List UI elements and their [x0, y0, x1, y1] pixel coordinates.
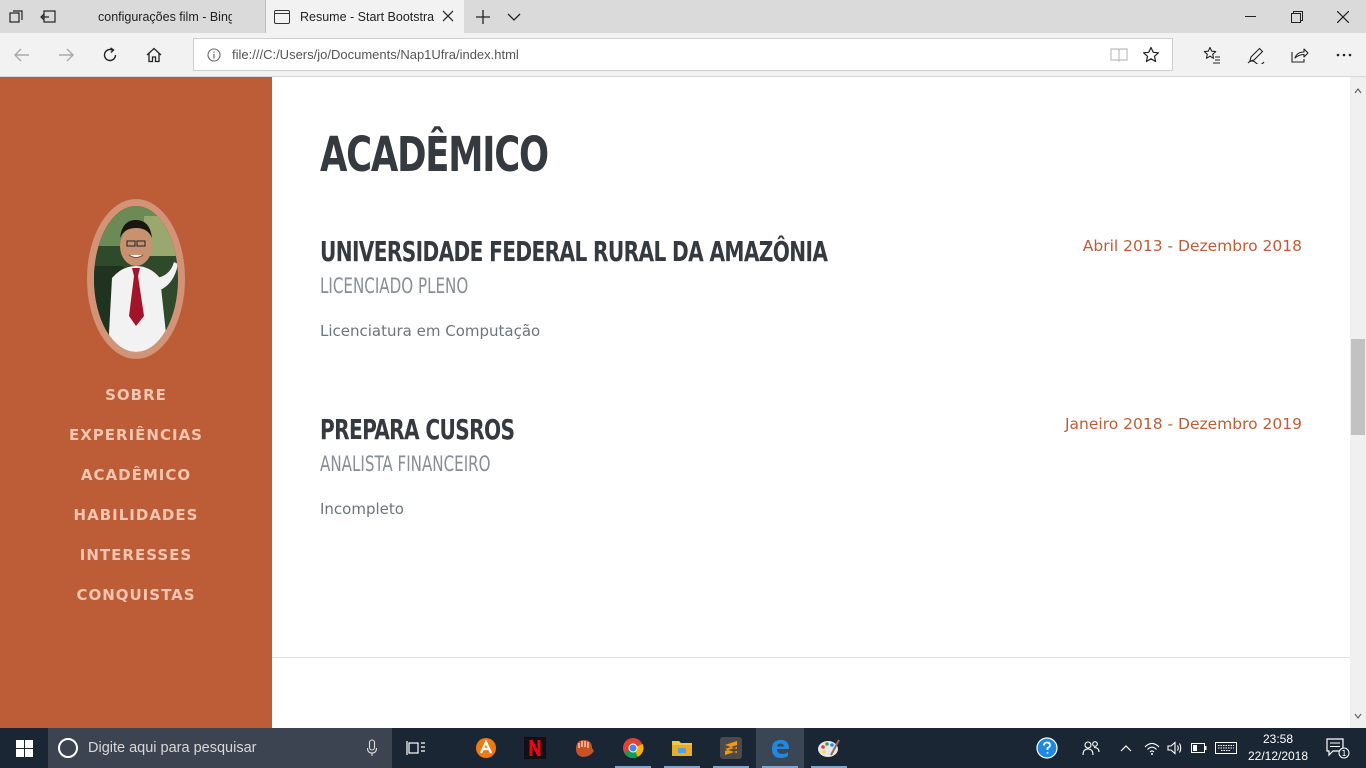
sublime-text-icon[interactable]	[707, 728, 755, 768]
profile-photo	[87, 199, 185, 359]
taskbar-search[interactable]: Digite aqui para pesquisar	[48, 728, 392, 768]
nav-link[interactable]: ACADÊMICO	[81, 466, 191, 484]
battery-icon[interactable]	[1187, 728, 1211, 768]
wifi-icon[interactable]	[1140, 728, 1164, 768]
chevron-down-icon[interactable]	[500, 0, 528, 33]
address-bar[interactable]: file:///C:/Users/jo/Documents/Nap1Ufra/i…	[193, 38, 1173, 71]
page-scrollbar[interactable]	[1350, 77, 1366, 728]
close-icon[interactable]	[440, 8, 456, 24]
notifications-icon[interactable]: 1	[1318, 728, 1358, 768]
tab-preview-icon[interactable]	[0, 0, 32, 33]
edge-browser-icon[interactable]	[756, 728, 804, 768]
sidebar: SOBRE EXPERIÊNCIAS ACADÊMICO HABILIDADES…	[0, 77, 272, 728]
help-icon[interactable]	[1030, 728, 1064, 768]
nav-link[interactable]: INTERESSES	[80, 546, 192, 564]
entry-date: Abril 2013 - Dezembro 2018	[1082, 237, 1302, 255]
sidebar-item-sobre[interactable]: SOBRE	[0, 375, 272, 415]
sidebar-item-habilidades[interactable]: HABILIDADES	[0, 495, 272, 535]
search-placeholder: Digite aqui para pesquisar	[88, 740, 257, 756]
section-divider	[272, 657, 1350, 658]
restore-button[interactable]	[1274, 0, 1320, 33]
info-icon[interactable]	[207, 48, 221, 62]
netflix-icon[interactable]	[511, 728, 559, 768]
tab-bing[interactable]: configurações film - Bing	[66, 0, 266, 33]
scroll-up-icon[interactable]	[1354, 81, 1362, 99]
sidebar-item-conquistas[interactable]: CONQUISTAS	[0, 575, 272, 615]
windows-start-icon[interactable]	[0, 728, 48, 768]
sidebar-nav: SOBRE EXPERIÊNCIAS ACADÊMICO HABILIDADES…	[0, 375, 272, 615]
task-view-icon[interactable]	[392, 728, 440, 768]
entry-school: UNIVERSIDADE FEDERAL RURAL DA AMAZÔNIA	[320, 235, 828, 268]
share-icon[interactable]	[1278, 33, 1322, 77]
tab-resume[interactable]: Resume - Start Bootstra	[266, 0, 464, 33]
tab-title: Resume - Start Bootstra	[300, 9, 434, 24]
favorites-hub-icon[interactable]	[1190, 33, 1234, 77]
new-tab-button[interactable]	[468, 0, 498, 33]
volume-icon[interactable]	[1163, 728, 1187, 768]
pen-annotate-icon[interactable]	[1234, 33, 1278, 77]
entry-degree: LICENCIADO PLENO	[320, 274, 469, 298]
reading-view-icon[interactable]	[1110, 47, 1128, 63]
url-text: file:///C:/Users/jo/Documents/Nap1Ufra/i…	[232, 47, 519, 62]
page-viewport: SOBRE EXPERIÊNCIAS ACADÊMICO HABILIDADES…	[0, 77, 1366, 728]
more-options-icon[interactable]	[1322, 33, 1366, 77]
sidebar-item-interesses[interactable]: INTERESSES	[0, 535, 272, 575]
back-button[interactable]	[0, 33, 44, 77]
entry-degree: ANALISTA FINANCEIRO	[320, 452, 491, 476]
scroll-down-icon[interactable]	[1354, 706, 1362, 724]
nav-link[interactable]: EXPERIÊNCIAS	[69, 426, 203, 444]
entry-school: PREPARA CUSROS	[320, 413, 515, 446]
education-entry: PREPARA CUSROS ANALISTA FINANCEIRO Incom…	[320, 413, 1302, 518]
sidebar-item-experiencias[interactable]: EXPERIÊNCIAS	[0, 415, 272, 455]
keyboard-icon[interactable]	[1212, 728, 1240, 768]
section-title: ACADÊMICO	[320, 127, 549, 183]
refresh-button[interactable]	[88, 33, 132, 77]
chevron-up-icon[interactable]	[1114, 728, 1138, 768]
education-entry: UNIVERSIDADE FEDERAL RURAL DA AMAZÔNIA L…	[320, 235, 1302, 340]
microphone-icon[interactable]	[366, 739, 378, 757]
chrome-icon[interactable]	[609, 728, 657, 768]
clock-time: 23:58	[1262, 732, 1294, 746]
main-content: ACADÊMICO UNIVERSIDADE FEDERAL RURAL DA …	[272, 77, 1350, 728]
navigation-bar: file:///C:/Users/jo/Documents/Nap1Ufra/i…	[0, 33, 1366, 77]
tab-bar: configurações film - Bing Resume - Start…	[0, 0, 1366, 33]
page-icon	[274, 9, 290, 24]
forward-button[interactable]	[44, 33, 88, 77]
home-button[interactable]	[132, 33, 176, 77]
entry-description: Incompleto	[320, 500, 404, 518]
taskbar: Digite aqui para pesquisar 23:58 22/12/2…	[0, 728, 1366, 768]
set-aside-tabs-icon[interactable]	[32, 0, 64, 33]
entry-description: Licenciatura em Computação	[320, 322, 541, 340]
entry-date: Janeiro 2018 - Dezembro 2019	[1064, 415, 1302, 433]
notification-count: 1	[1341, 749, 1346, 758]
favorite-star-icon[interactable]	[1142, 46, 1160, 64]
paint-icon[interactable]	[805, 728, 853, 768]
nav-link[interactable]: CONQUISTAS	[76, 586, 195, 604]
avast-icon[interactable]	[462, 728, 510, 768]
system-clock[interactable]: 23:58 22/12/2018	[1240, 731, 1316, 765]
close-window-button[interactable]	[1320, 0, 1366, 33]
file-explorer-icon[interactable]	[658, 728, 706, 768]
nav-link[interactable]: HABILIDADES	[74, 506, 199, 524]
nav-link[interactable]: SOBRE	[105, 386, 167, 404]
scrollbar-thumb[interactable]	[1351, 339, 1365, 435]
people-icon[interactable]	[1076, 728, 1106, 768]
cortana-icon	[58, 738, 78, 758]
tab-title: configurações film - Bing	[98, 9, 232, 24]
sidebar-item-academico[interactable]: ACADÊMICO	[0, 455, 272, 495]
clock-date: 22/12/2018	[1247, 749, 1309, 763]
minimize-button[interactable]	[1228, 0, 1274, 33]
game-glove-icon[interactable]	[560, 728, 608, 768]
